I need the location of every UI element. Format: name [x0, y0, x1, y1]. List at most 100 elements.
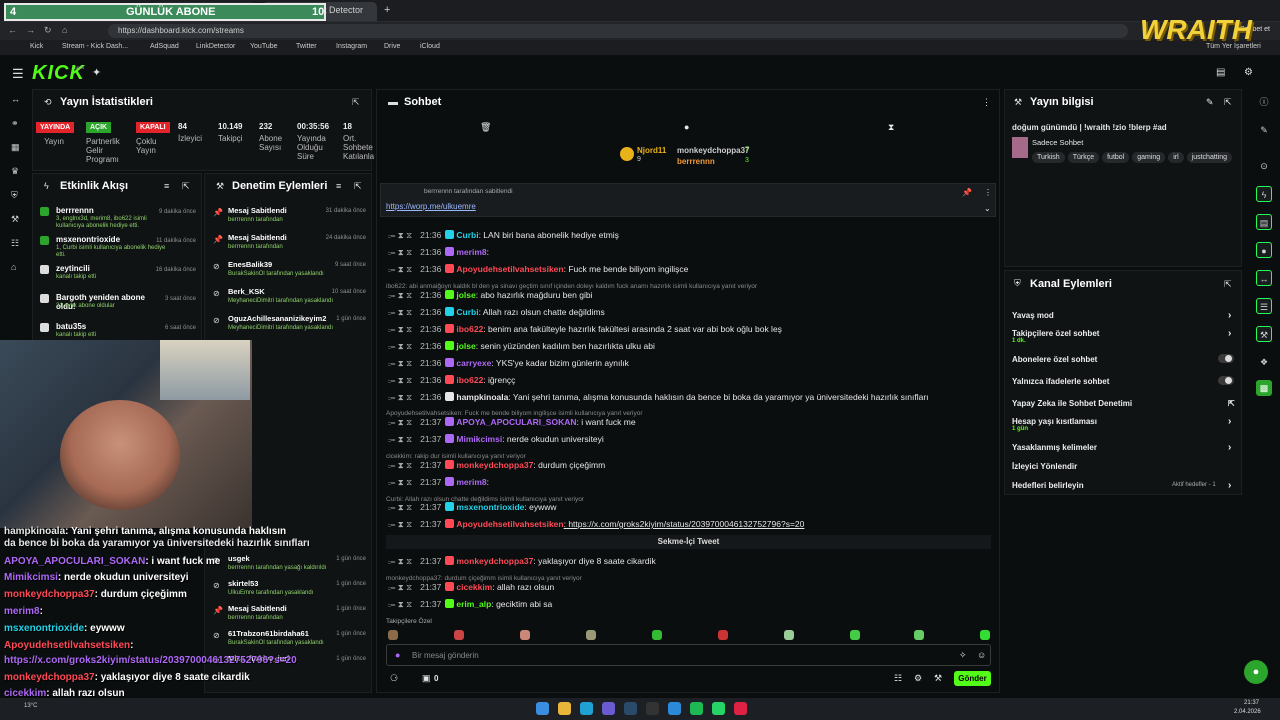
bookmark-twitter[interactable]: Twitter: [296, 43, 317, 50]
channel-action-label[interactable]: Takipçilere özel sohbet: [1012, 329, 1099, 338]
start-icon[interactable]: [536, 702, 549, 715]
toggle-switch[interactable]: [1218, 354, 1234, 363]
username[interactable]: Curbi: [456, 230, 478, 240]
emote[interactable]: [850, 630, 860, 640]
discord-icon[interactable]: [602, 702, 615, 715]
chat-users-icon[interactable]: ☷: [894, 673, 902, 684]
info-icon[interactable]: ⓘ: [1256, 94, 1272, 110]
message-actions-icon[interactable]: ⩴ ⧗ ⧖: [388, 341, 412, 351]
chat-input[interactable]: Bir mesaj gönderin: [412, 651, 479, 660]
username[interactable]: Curbi: [456, 307, 478, 317]
menu-icon[interactable]: ☰: [12, 66, 24, 82]
emote-picker-icon[interactable]: ✧: [959, 650, 967, 661]
username[interactable]: ibo622: [456, 375, 483, 385]
emote[interactable]: [586, 630, 596, 640]
pin-menu-icon[interactable]: ⋮: [984, 188, 992, 197]
bookmark-stream-dashboard[interactable]: Stream - Kick Dash...: [62, 43, 128, 50]
chat-bubble-icon[interactable]: ●: [684, 122, 689, 132]
username[interactable]: merim8: [456, 247, 486, 257]
message-actions-icon[interactable]: ⩴ ⧗ ⧖: [388, 324, 412, 334]
emote[interactable]: [914, 630, 924, 640]
username[interactable]: cicekkim: [456, 582, 492, 592]
channel-action-label[interactable]: Yasaklanmış kelimeler: [1012, 443, 1097, 452]
username[interactable]: Apoyudehsetilvahsetsiken: [456, 264, 563, 274]
message-actions-icon[interactable]: ⩴ ⧗ ⧖: [388, 502, 412, 512]
info-popout-icon[interactable]: ⇱: [1224, 97, 1232, 108]
message-actions-icon[interactable]: ⩴ ⧗ ⧖: [388, 477, 412, 487]
username[interactable]: APOYA_APOCULARI_SOKAN: [456, 417, 576, 427]
reload-icon[interactable]: ↻: [44, 25, 52, 36]
emoji-icon[interactable]: ☺: [977, 650, 986, 660]
username[interactable]: hampkinoala: [456, 392, 508, 402]
steam-icon[interactable]: [624, 702, 637, 715]
emote[interactable]: [784, 630, 794, 640]
dashboard-icon[interactable]: ↔: [11, 94, 21, 104]
username[interactable]: monkeydchoppa37: [456, 460, 533, 470]
filter-icon[interactable]: ≡: [164, 181, 169, 191]
home-icon[interactable]: ⌂: [62, 25, 67, 35]
mod-filter-icon[interactable]: ≡: [336, 181, 341, 191]
game-icon[interactable]: ▩: [1256, 380, 1272, 396]
forward-icon[interactable]: →: [26, 25, 35, 35]
pinned-link[interactable]: https://worp.me/ulkuemre: [386, 202, 476, 211]
chevron-right-icon[interactable]: ›: [1228, 416, 1231, 427]
username[interactable]: merim8: [456, 477, 486, 487]
pin-icon[interactable]: ✦: [92, 66, 101, 79]
message-actions-icon[interactable]: ⩴ ⧗ ⧖: [388, 582, 412, 592]
message-actions-icon[interactable]: ⩴ ⧗ ⧖: [388, 247, 412, 257]
channel-action-label[interactable]: İzleyici Yönlendir: [1012, 462, 1077, 471]
widget-icon[interactable]: ❖: [1256, 354, 1272, 370]
chevron-right-icon[interactable]: ›: [1228, 442, 1231, 453]
mic-icon[interactable]: ●: [395, 650, 400, 660]
message-actions-icon[interactable]: ⩴ ⧗ ⧖: [388, 556, 412, 566]
mod-tools-icon[interactable]: ⚒: [934, 673, 942, 684]
actions-popout-icon[interactable]: ⇱: [1224, 279, 1232, 290]
message-actions-icon[interactable]: ⩴ ⧗ ⧖: [388, 460, 412, 470]
message-text[interactable]: : https://x.com/groks2kiyim/status/20397…: [564, 519, 805, 529]
chat-fab-icon[interactable]: ●: [1244, 660, 1268, 684]
app-icon[interactable]: [646, 702, 659, 715]
emote[interactable]: [980, 630, 990, 640]
settings-icon[interactable]: ⚙: [1244, 67, 1253, 78]
toggle-switch[interactable]: [1218, 376, 1234, 385]
channel-action-label[interactable]: Hesap yaşı kısıtlaması: [1012, 417, 1097, 426]
username[interactable]: msxenontrioxide: [456, 502, 524, 512]
spotify-icon[interactable]: [690, 702, 703, 715]
link-icon[interactable]: ⚭: [11, 118, 21, 128]
expand-icon[interactable]: ⌄: [984, 204, 991, 213]
users-icon[interactable]: ☷: [11, 238, 21, 248]
message-actions-icon[interactable]: ⩴ ⧗ ⧖: [388, 417, 412, 427]
bookmark-youtube[interactable]: YouTube: [250, 43, 278, 50]
username[interactable]: Apoyudehsetilvahsetsiken: [456, 519, 563, 529]
unpin-icon[interactable]: 📌: [962, 188, 972, 197]
username[interactable]: carryexe: [456, 358, 491, 368]
bookmark-drive[interactable]: Drive: [384, 43, 400, 50]
emote[interactable]: [520, 630, 530, 640]
tools-icon[interactable]: ⚒: [1256, 326, 1272, 342]
bookmark-instagram[interactable]: Instagram: [336, 43, 367, 50]
shield-icon[interactable]: ⛨: [11, 190, 21, 200]
note-icon[interactable]: ▤: [1256, 214, 1272, 230]
username[interactable]: jolse: [456, 290, 475, 300]
app-icon[interactable]: [668, 702, 681, 715]
emote[interactable]: [454, 630, 464, 640]
url-field[interactable]: https://dashboard.kick.com/streams: [108, 24, 1128, 38]
channel-action-label[interactable]: Abonelere özel sohbet: [1012, 355, 1097, 364]
chat-menu-icon[interactable]: ⋮: [982, 97, 991, 108]
username[interactable]: jolse: [456, 341, 475, 351]
tools-icon[interactable]: ⚒: [11, 214, 21, 224]
new-tab-button[interactable]: +: [384, 4, 390, 16]
channel-action-label[interactable]: Yavaş mod: [1012, 311, 1054, 320]
bank-icon[interactable]: ⌂: [11, 262, 21, 272]
chat-settings-icon[interactable]: ⚙: [914, 673, 922, 684]
message-actions-icon[interactable]: ⩴ ⧗ ⧖: [388, 375, 412, 385]
edit-icon[interactable]: ✎: [1256, 122, 1272, 138]
external-link-icon[interactable]: ⇱: [1228, 399, 1235, 408]
back-icon[interactable]: ←: [8, 25, 17, 35]
channel-action-label[interactable]: Hedefleri belirleyin: [1012, 481, 1084, 490]
layout-icon[interactable]: ▤: [1216, 67, 1225, 78]
tweet-embed-bar[interactable]: Sekme-İçi Tweet: [386, 535, 991, 549]
message-actions-icon[interactable]: ⩴ ⧗ ⧖: [388, 230, 412, 240]
username[interactable]: ibo622: [456, 324, 483, 334]
chevron-right-icon[interactable]: ›: [1228, 310, 1231, 321]
